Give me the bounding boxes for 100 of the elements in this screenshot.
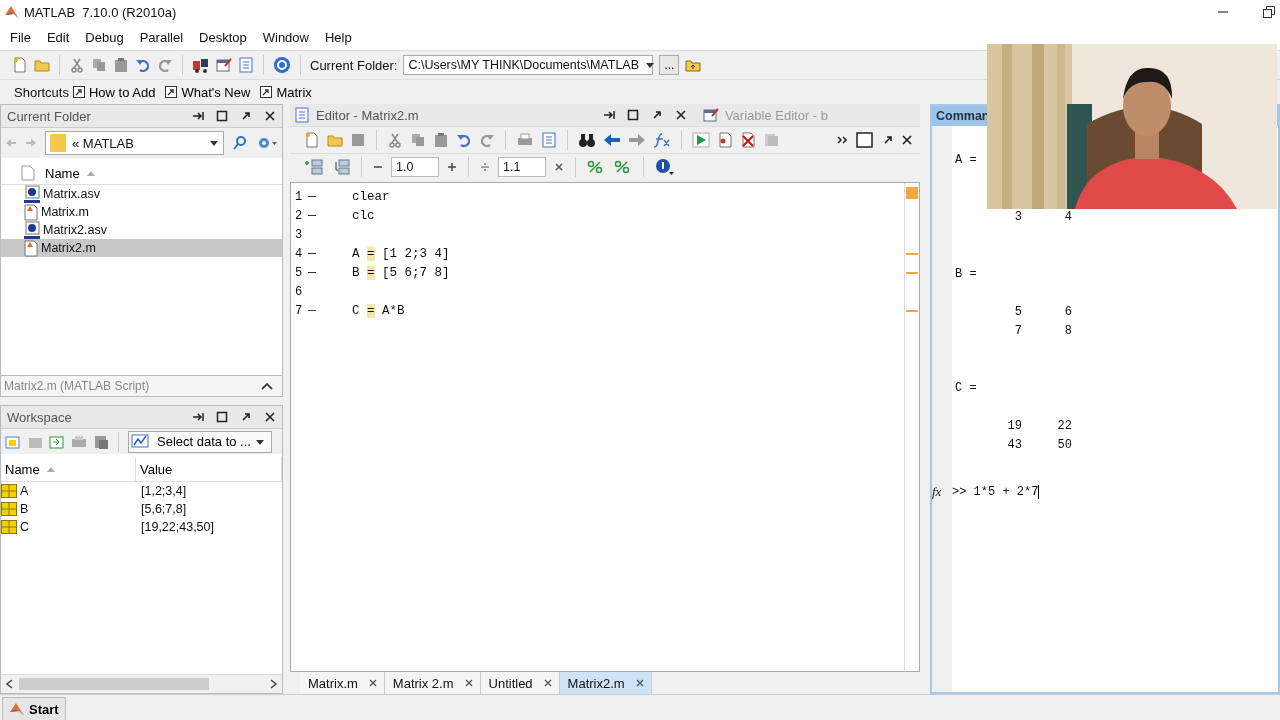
variable-name[interactable]: C [20, 520, 30, 534]
menu-item[interactable]: Help [317, 29, 360, 45]
document-icon[interactable] [294, 107, 310, 123]
cell-step-field[interactable]: 1.1 [498, 157, 546, 177]
insert-cell-icon[interactable] [304, 159, 324, 175]
path-field[interactable]: « MATLAB [45, 131, 224, 155]
info-icon[interactable] [654, 158, 674, 176]
column-header[interactable]: Value [136, 457, 282, 481]
dropdown-caret-icon[interactable] [209, 138, 219, 148]
undo-icon[interactable] [456, 132, 472, 148]
shortcut-link[interactable]: How to Add [88, 84, 156, 100]
window-icon[interactable] [702, 107, 719, 123]
folder-entry[interactable]: Matrix.asv [1, 185, 282, 203]
column-header[interactable]: Name [41, 165, 100, 181]
close-icon[interactable] [463, 678, 474, 688]
close-icon[interactable] [674, 109, 687, 121]
warning-marker[interactable] [906, 309, 918, 312]
blocks-icon[interactable] [192, 57, 210, 73]
shortcut-icon[interactable] [72, 86, 85, 98]
restore-icon[interactable] [1262, 5, 1276, 19]
shortcut-icon[interactable] [260, 86, 273, 98]
close-icon[interactable] [542, 678, 553, 688]
warning-marker[interactable] [906, 252, 918, 255]
function-icon[interactable] [653, 132, 671, 148]
paste-icon[interactable] [433, 132, 449, 148]
menu-item[interactable]: Edit [38, 29, 78, 45]
undock-icon[interactable] [192, 110, 204, 122]
close-icon[interactable] [264, 110, 276, 122]
dropdown-caret-icon[interactable] [645, 60, 656, 70]
clear-breakpoints-icon[interactable] [740, 132, 756, 148]
multiply-icon[interactable] [553, 161, 565, 173]
right-arrow-icon[interactable] [628, 133, 646, 147]
start-button[interactable]: Start [2, 697, 66, 720]
delete-icon[interactable] [93, 433, 109, 450]
scissors-icon[interactable] [69, 57, 85, 73]
maximize-icon[interactable] [626, 109, 639, 121]
save-icon[interactable] [350, 132, 366, 148]
shortcut-link[interactable]: What's New [181, 84, 251, 100]
shortcut-link[interactable]: Matrix [276, 84, 312, 100]
document-tab[interactable]: Untitled [480, 672, 560, 694]
scissors-icon[interactable] [387, 132, 403, 148]
binoculars-icon[interactable] [578, 132, 596, 148]
variable-name[interactable]: A [20, 484, 29, 498]
copy-icon[interactable] [91, 57, 107, 73]
select-data-dropdown[interactable]: Select data to ... [128, 430, 272, 453]
folder-entry[interactable]: Matrix.m [1, 203, 282, 221]
editor-tab[interactable]: Editor - Matrix2.m [316, 107, 419, 123]
menu-item[interactable]: Window [254, 29, 317, 45]
line-number: 1 [295, 189, 303, 204]
scroll-right-icon[interactable] [268, 679, 278, 689]
folder-entry[interactable]: Matrix2.asv [1, 221, 282, 239]
window-icon[interactable] [216, 57, 232, 73]
variable-name[interactable]: B [20, 502, 29, 516]
maximize-icon[interactable] [216, 110, 228, 122]
run-icon[interactable] [692, 132, 710, 148]
scroll-left-icon[interactable] [5, 679, 15, 689]
close-icon[interactable] [264, 411, 276, 423]
paste-icon[interactable] [113, 57, 129, 73]
menu-item[interactable]: Desktop [191, 29, 255, 45]
undo-icon[interactable] [135, 57, 151, 73]
search-icon[interactable] [232, 135, 248, 151]
plus-icon[interactable] [446, 161, 458, 173]
shortcut-icon[interactable] [165, 86, 178, 98]
copy-icon[interactable] [410, 132, 426, 148]
more-icon[interactable] [836, 134, 848, 146]
close-icon[interactable] [367, 678, 378, 688]
breakpoint-icon[interactable] [717, 132, 733, 148]
popout-icon[interactable] [240, 110, 252, 122]
maximize-icon[interactable] [216, 411, 228, 423]
document-tab[interactable]: Matrix 2.m [384, 672, 481, 694]
redo-icon[interactable] [157, 57, 173, 73]
help-icon[interactable] [273, 56, 291, 74]
collapse-caret-icon[interactable] [260, 381, 274, 391]
function-browser-button[interactable]: fx [932, 483, 948, 500]
popout-icon[interactable] [240, 411, 252, 423]
settings-icon[interactable] [256, 135, 278, 151]
menu-item[interactable]: Debug [77, 29, 132, 45]
divide-icon[interactable] [479, 161, 491, 173]
document-tab[interactable]: Matrix2.m [559, 672, 652, 694]
folder-entry[interactable]: Matrix2.m [1, 239, 282, 257]
browse-button[interactable]: ... [659, 55, 680, 75]
undock-icon[interactable] [602, 109, 615, 121]
popout-icon[interactable] [882, 134, 894, 146]
cell-step-field[interactable]: 1.0 [391, 157, 439, 177]
document-tab[interactable]: Matrix.m [300, 672, 385, 694]
folder-path-field[interactable]: C:\Users\MY THINK\Documents\MATLAB [403, 55, 654, 75]
left-arrow-icon[interactable] [603, 133, 621, 147]
parent-folder-icon[interactable] [685, 57, 702, 73]
warning-marker[interactable] [906, 271, 918, 274]
save-workspace-icon[interactable] [49, 433, 65, 450]
column-header[interactable]: Name [1, 457, 136, 481]
command-input[interactable]: >> 1*5 + 2*7 [952, 484, 1040, 499]
print-icon[interactable] [516, 132, 534, 148]
close-icon[interactable] [901, 134, 913, 146]
scrollbar-thumb[interactable] [19, 678, 209, 690]
undock-icon[interactable] [192, 411, 204, 423]
menu-item[interactable]: File [2, 29, 39, 45]
menu-item[interactable]: Parallel [131, 29, 192, 45]
redo-icon[interactable] [479, 132, 495, 148]
layout-icon[interactable] [855, 131, 875, 149]
